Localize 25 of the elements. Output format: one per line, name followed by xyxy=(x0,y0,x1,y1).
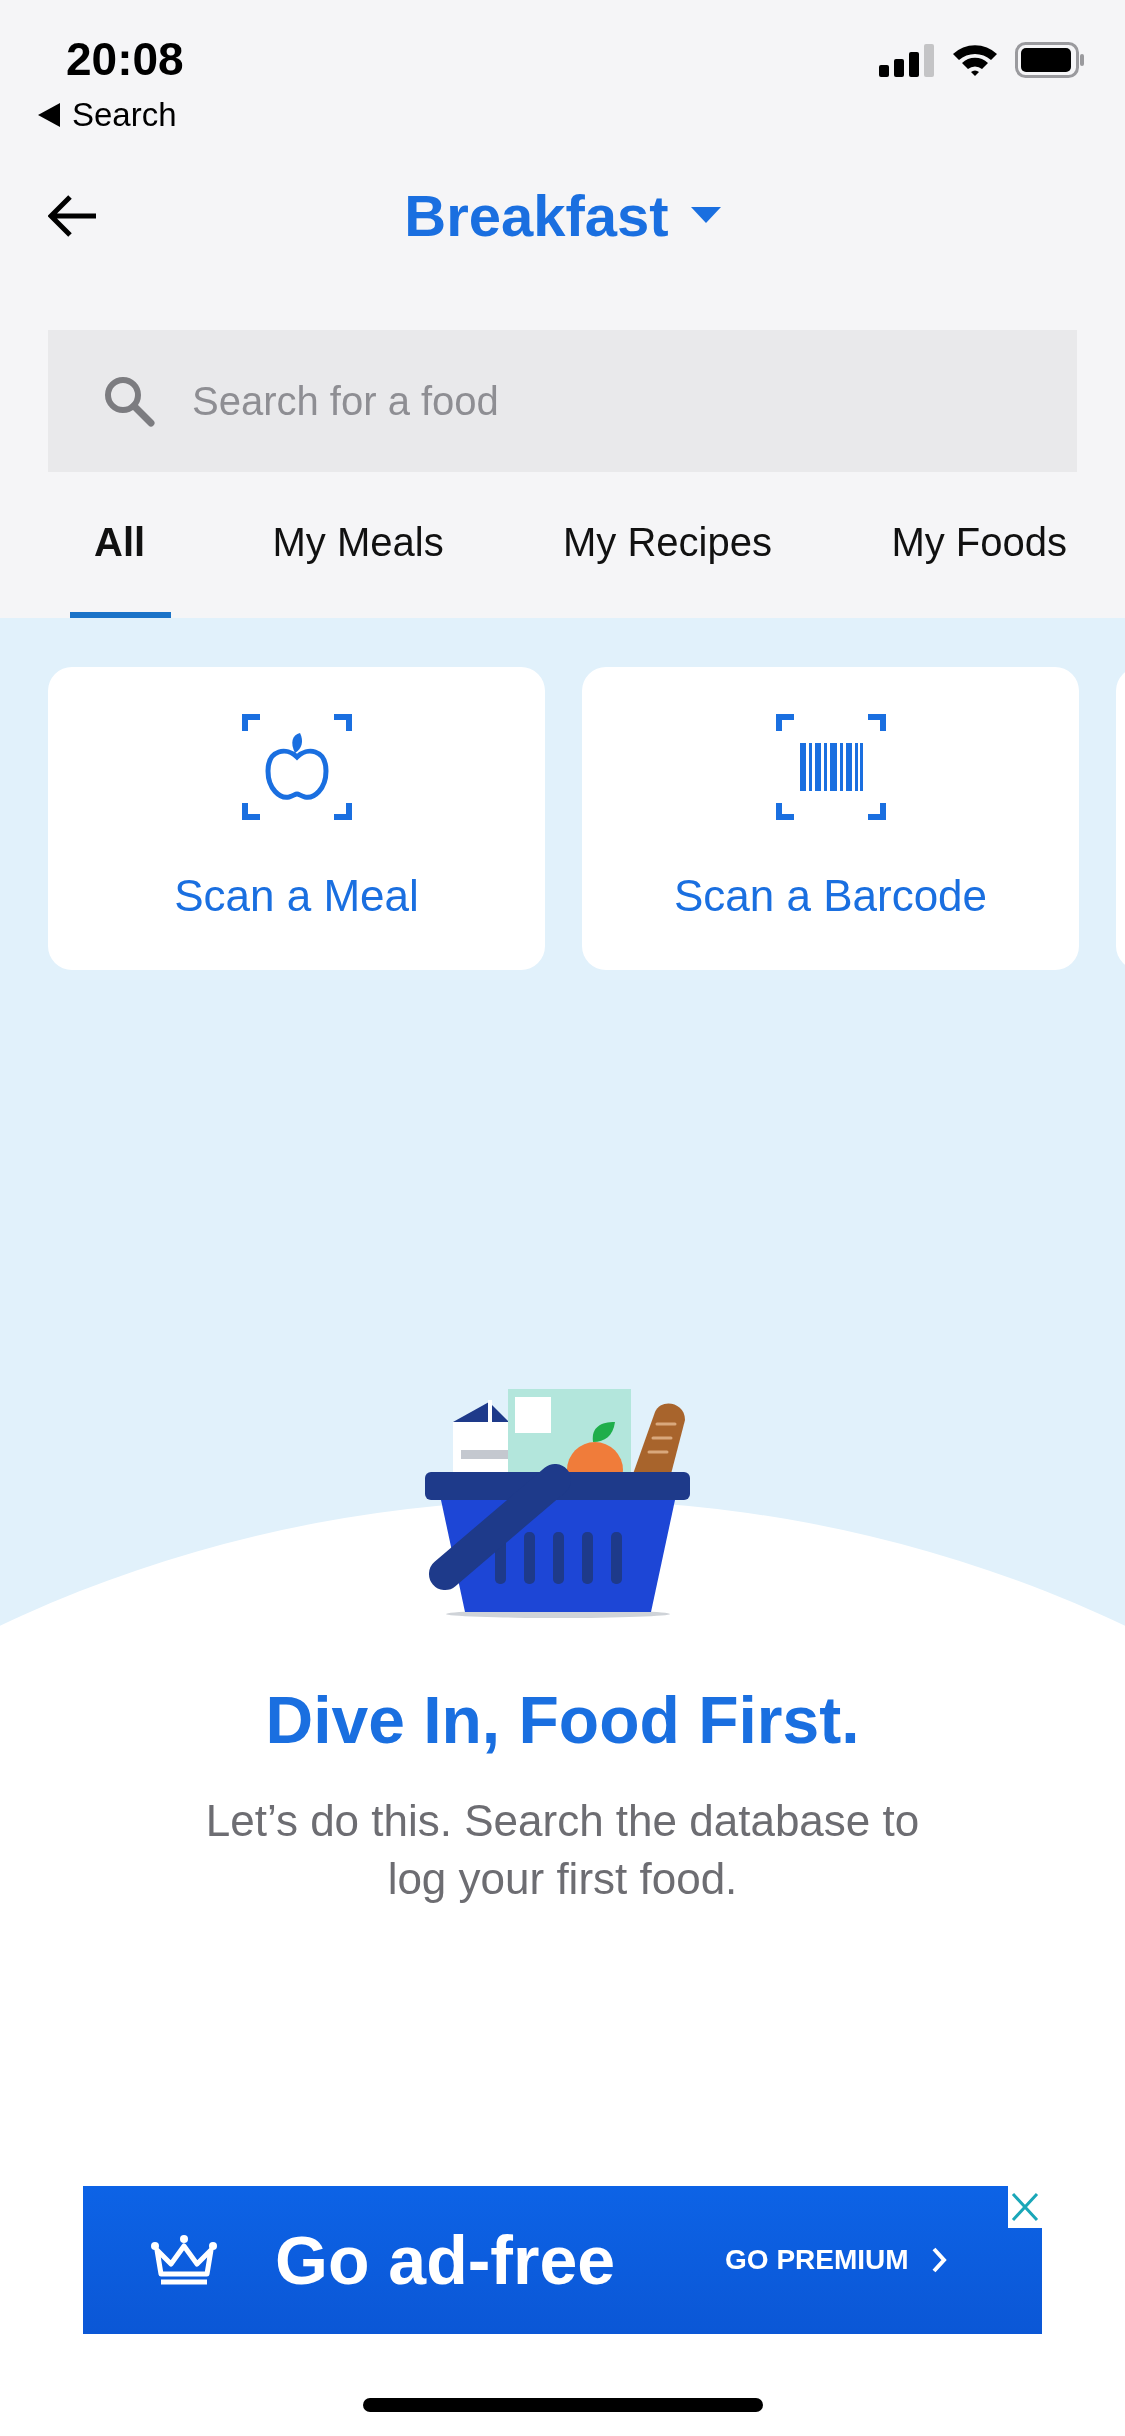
back-to-app-link[interactable]: Search xyxy=(72,96,177,134)
scan-card[interactable]: Scan a Barcode xyxy=(582,667,1079,970)
back-arrow-icon[interactable] xyxy=(48,194,98,238)
apple-scan-icon xyxy=(241,713,352,821)
ad-banner[interactable]: Go ad-free GO PREMIUM xyxy=(83,2186,1042,2334)
empty-state-title: Dive In, Food First. xyxy=(265,1682,860,1758)
barcode-scan-icon xyxy=(775,713,886,821)
go-premium-link[interactable]: GO PREMIUM xyxy=(725,2244,909,2276)
search-field[interactable]: Search for a food xyxy=(48,330,1077,472)
meal-selector[interactable]: Breakfast xyxy=(404,181,721,249)
tab[interactable]: My Foods xyxy=(873,482,1085,618)
wifi-icon xyxy=(951,43,999,77)
tab[interactable]: My Recipes xyxy=(545,482,790,618)
status-time: 20:08 xyxy=(65,32,184,86)
battery-icon xyxy=(1015,42,1085,78)
empty-state-message: Let’s do this. Search the database to log your first food. xyxy=(204,1795,921,1905)
tab[interactable]: My Meals xyxy=(254,482,462,618)
chevron-icon xyxy=(930,2246,947,2274)
ad-headline: Go ad-free xyxy=(275,2221,616,2299)
caret-icon xyxy=(690,207,721,223)
search-icon xyxy=(102,374,156,428)
scan-card[interactable]: Scan a Meal xyxy=(48,667,545,970)
crown-icon xyxy=(151,2234,217,2286)
signal-icon xyxy=(879,43,935,77)
back-triangle-icon[interactable] xyxy=(38,103,60,127)
